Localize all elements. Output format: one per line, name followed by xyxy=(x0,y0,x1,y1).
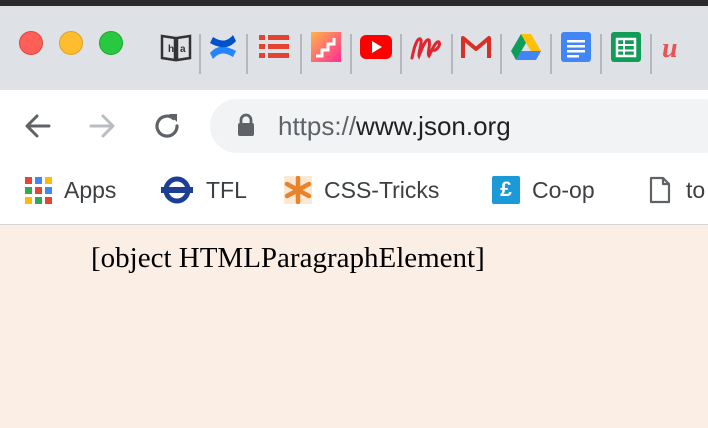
pinned-tab-todo[interactable] xyxy=(257,30,291,64)
tfl-roundel-icon xyxy=(160,176,194,204)
google-drive-icon xyxy=(511,34,541,60)
pinned-tab-confluence[interactable] xyxy=(206,30,240,64)
url-host: www.json.org xyxy=(356,111,511,141)
asterisk-icon xyxy=(284,176,312,204)
bookmark-document[interactable]: to xyxy=(646,173,705,207)
tab-separator xyxy=(199,34,201,74)
pinned-tab-scribble[interactable] xyxy=(409,30,443,64)
tab-separator xyxy=(650,34,652,74)
udemy-icon: u xyxy=(662,33,678,62)
bookmark-label: Apps xyxy=(64,176,117,203)
url-scheme: https:// xyxy=(278,111,357,141)
url-text[interactable]: https://www.json.org xyxy=(278,110,511,142)
arrow-right-icon xyxy=(89,114,115,138)
minimize-window-button[interactable] xyxy=(59,31,83,55)
arrow-left-icon xyxy=(25,114,51,138)
pinned-tab-drive[interactable] xyxy=(509,30,543,64)
scribble-m-icon xyxy=(410,37,441,60)
document-icon xyxy=(646,176,674,204)
back-button[interactable] xyxy=(20,108,56,144)
google-sheets-icon xyxy=(611,32,641,62)
lock-icon[interactable] xyxy=(235,113,257,142)
tab-separator xyxy=(350,34,352,74)
page-paragraph: [object HTMLParagraphElement] xyxy=(91,242,485,274)
pinned-tab-udemy[interactable]: u xyxy=(659,30,693,64)
tab-separator xyxy=(246,34,248,74)
pinned-tab-gmail[interactable] xyxy=(459,30,493,64)
forward-button[interactable] xyxy=(84,108,120,144)
google-docs-icon xyxy=(561,32,591,62)
maximize-window-button[interactable] xyxy=(99,31,123,55)
tab-separator xyxy=(400,34,402,74)
bookmark-label: TFL xyxy=(206,176,247,203)
pinned-tab-docs[interactable] xyxy=(559,30,593,64)
confluence-icon xyxy=(210,35,236,59)
bookmark-apps[interactable]: Apps xyxy=(24,173,116,207)
pinned-tab-book[interactable]: h a xyxy=(159,30,193,64)
bookmark-label: Co-op xyxy=(532,176,595,203)
todo-list-icon xyxy=(259,35,289,58)
pound-icon: £ xyxy=(492,176,520,204)
tab-separator xyxy=(451,34,453,74)
gmail-icon xyxy=(461,36,491,58)
reload-icon xyxy=(155,114,179,138)
book-icon: h a xyxy=(160,34,192,62)
pinned-tab-stairs[interactable] xyxy=(309,30,343,64)
bookmark-label: CSS-Tricks xyxy=(324,176,440,203)
youtube-icon xyxy=(360,35,392,59)
svg-text:h: h xyxy=(168,44,174,55)
bookmark-css-tricks[interactable]: CSS-Tricks xyxy=(284,173,439,207)
tab-separator xyxy=(500,34,502,74)
tab-separator xyxy=(550,34,552,74)
svg-text:u: u xyxy=(662,33,678,62)
reload-button[interactable] xyxy=(149,108,185,144)
bookmark-label: to xyxy=(686,176,706,203)
stairs-icon xyxy=(311,32,341,62)
pinned-tab-youtube[interactable] xyxy=(359,30,393,64)
svg-text:a: a xyxy=(180,44,186,55)
bookmark-tfl[interactable]: TFL xyxy=(160,173,247,207)
bookmark-co-op[interactable]: £ Co-op xyxy=(492,173,595,207)
tab-separator xyxy=(300,34,302,74)
close-window-button[interactable] xyxy=(19,31,43,55)
pinned-tab-sheets[interactable] xyxy=(609,30,643,64)
tab-separator xyxy=(600,34,602,74)
apps-grid-icon xyxy=(24,176,52,204)
